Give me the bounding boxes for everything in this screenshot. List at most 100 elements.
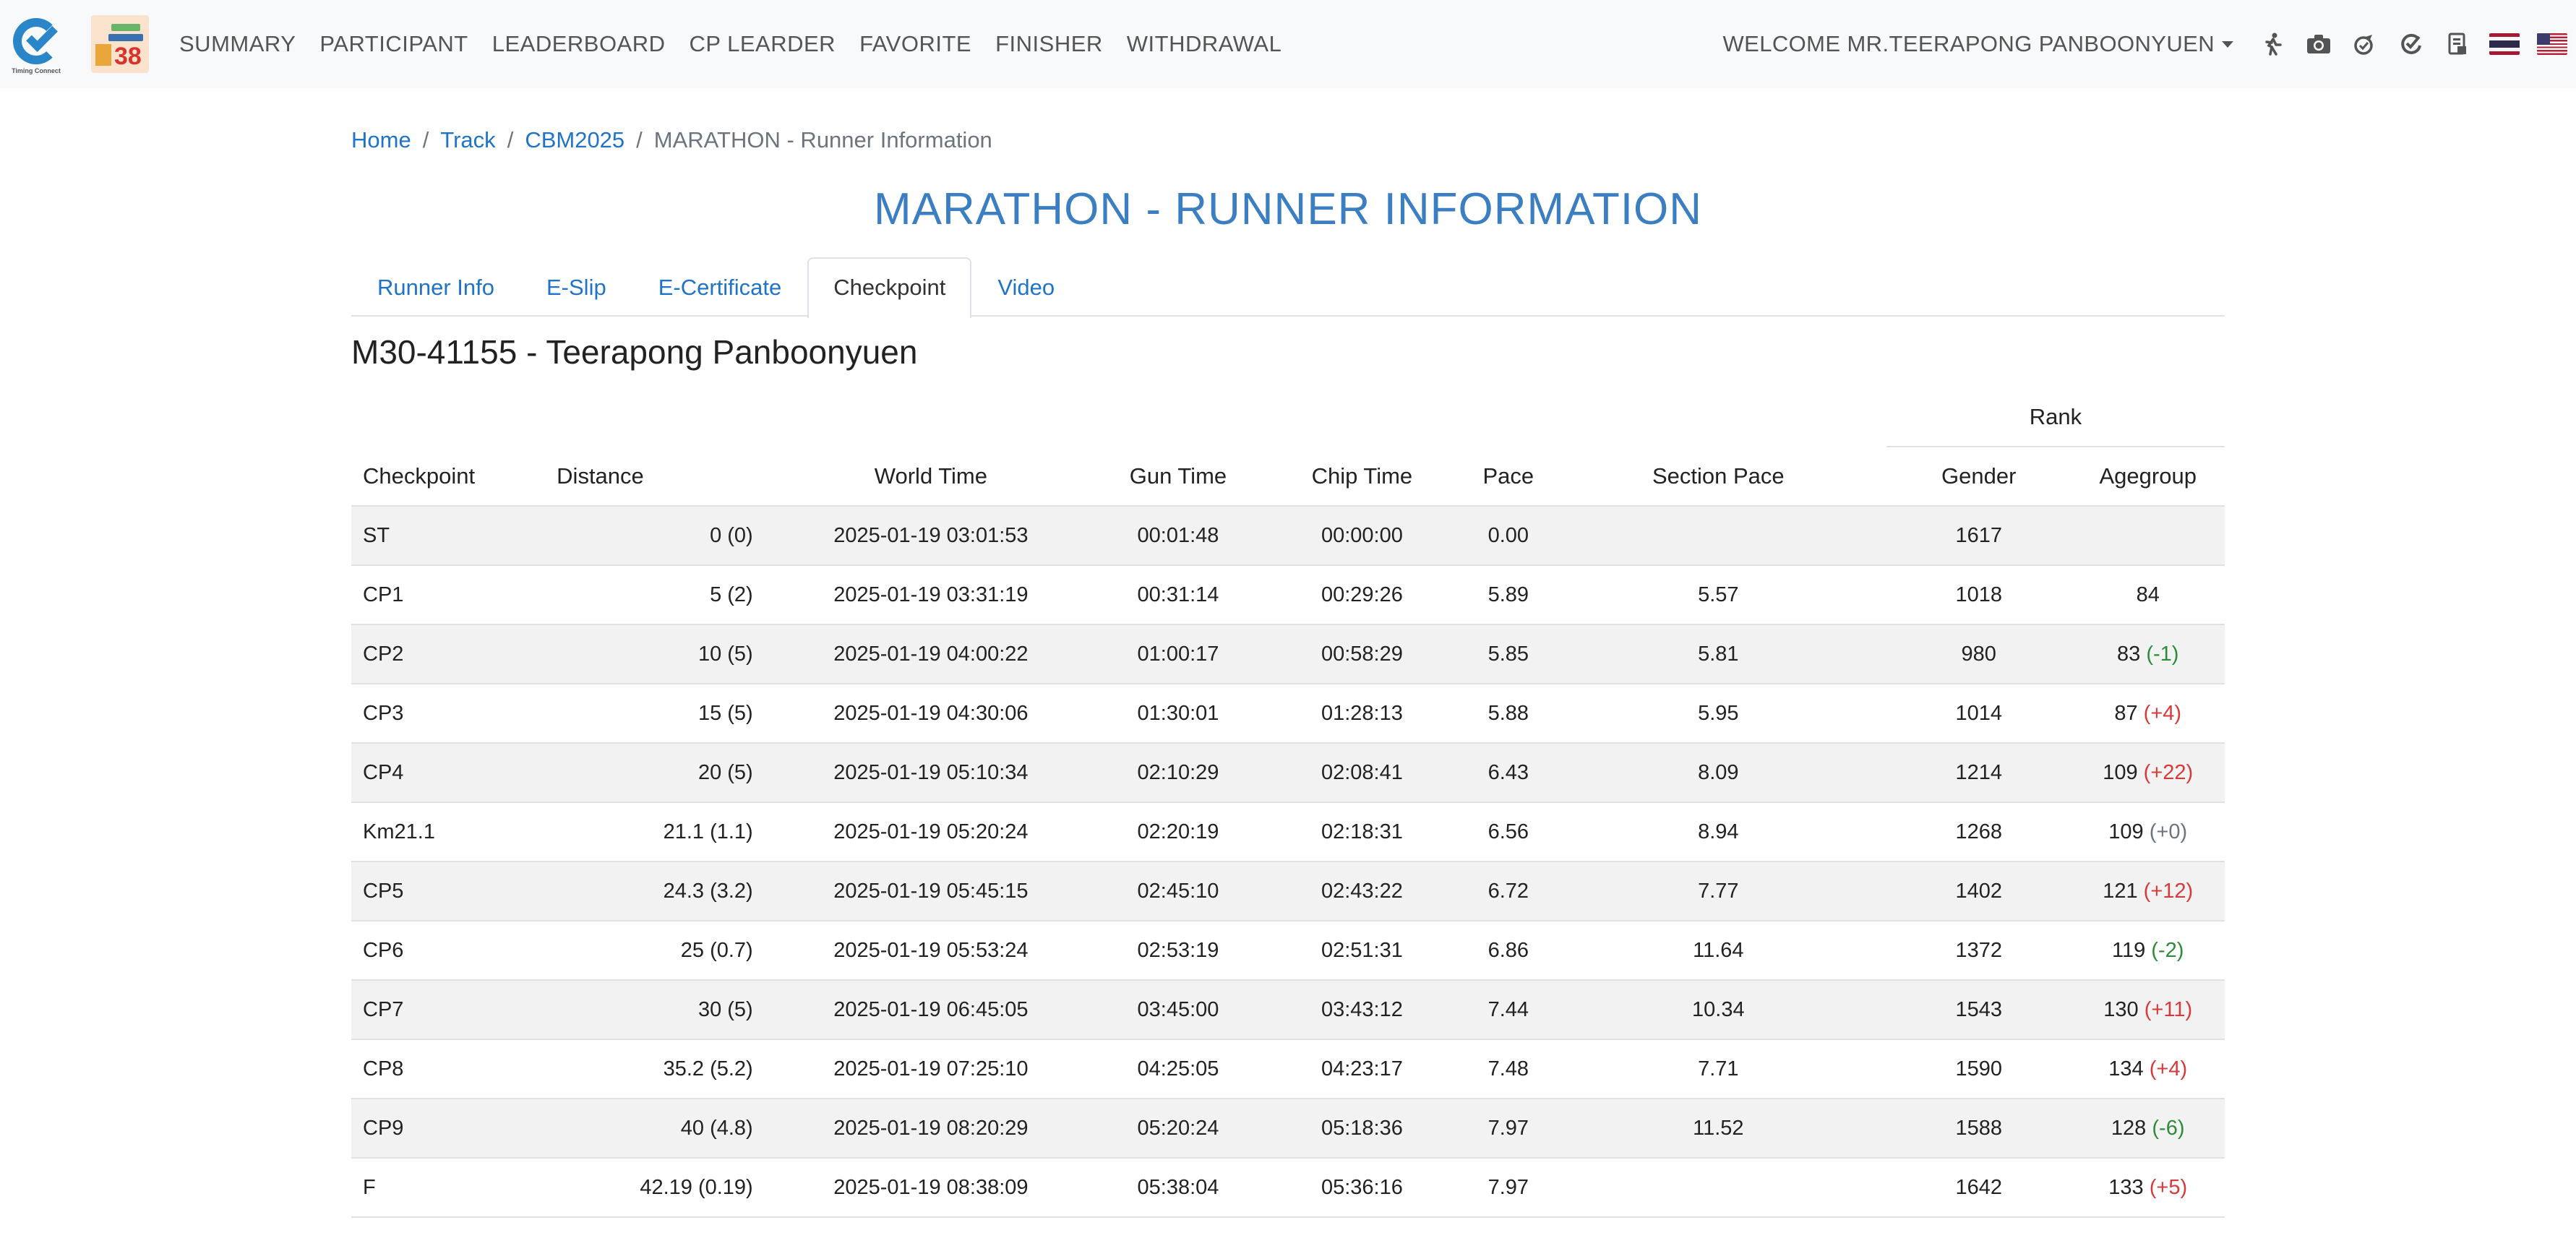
cell-chip-time: 05:18:36 bbox=[1257, 1099, 1467, 1159]
tab-e-slip[interactable]: E-Slip bbox=[520, 257, 632, 317]
cell-gender-rank: 1590 bbox=[1886, 1039, 2071, 1099]
table-row: F 42.19 (0.19) 2025-01-19 08:38:09 05:38:04… bbox=[351, 1158, 2225, 1218]
table-row: Km21.1 21.1 (1.1) 2025-01-19 05:20:24 02:20… bbox=[351, 802, 2225, 862]
event-logo[interactable]: 38 bbox=[91, 15, 149, 73]
cell-pace: 5.88 bbox=[1466, 684, 1550, 744]
table-row: CP2 10 (5) 2025-01-19 04:00:22 01:00:17 00:5… bbox=[351, 624, 2225, 684]
tab-video[interactable]: Video bbox=[971, 257, 1081, 317]
table-row: ST 0 (0) 2025-01-19 03:01:53 00:01:48 00:00:… bbox=[351, 506, 2225, 566]
cell-checkpoint: CP2 bbox=[351, 624, 557, 684]
breadcrumb-home[interactable]: Home bbox=[351, 127, 411, 153]
timing-connect-logo[interactable]: Timing Connect bbox=[10, 18, 62, 74]
rank-change-badge: (-6) bbox=[2152, 1116, 2185, 1140]
cell-gender-rank: 1268 bbox=[1886, 802, 2071, 862]
logo-caption: Timing Connect bbox=[12, 67, 61, 74]
cell-chip-time: 01:28:13 bbox=[1257, 684, 1467, 744]
camera-icon[interactable] bbox=[2304, 30, 2333, 59]
breadcrumb-event[interactable]: CBM2025 bbox=[525, 127, 624, 153]
table-row: CP9 40 (4.8) 2025-01-19 08:20:29 05:20:24 05… bbox=[351, 1099, 2225, 1159]
agegroup-rank-value: 128 bbox=[2111, 1116, 2147, 1140]
event-logo-number: 38 bbox=[114, 43, 142, 70]
cell-agegroup-rank: 121 (+12) bbox=[2071, 862, 2225, 921]
rank-change-badge: (+5) bbox=[2149, 1175, 2188, 1199]
flag-thailand-icon[interactable] bbox=[2489, 33, 2520, 55]
nav-right: WELCOME MR.TEERAPONG PANBOONYUEN bbox=[1722, 0, 2576, 88]
nav-cp-leader[interactable]: CP LEARDER bbox=[690, 31, 836, 57]
cell-distance: 20 (5) bbox=[557, 743, 763, 803]
breadcrumb-separator: / bbox=[507, 127, 514, 152]
cell-gender-rank: 1214 bbox=[1886, 743, 2071, 803]
nav-finisher[interactable]: FINISHER bbox=[995, 31, 1103, 57]
table-row: CP5 24.3 (3.2) 2025-01-19 05:45:15 02:45:10… bbox=[351, 862, 2225, 921]
cell-pace: 5.85 bbox=[1466, 624, 1550, 684]
cell-checkpoint: Km21.1 bbox=[351, 802, 557, 862]
tab-e-certificate[interactable]: E-Certificate bbox=[632, 257, 808, 317]
cell-chip-time: 02:43:22 bbox=[1257, 862, 1467, 921]
cell-gender-rank: 1014 bbox=[1886, 684, 2071, 744]
breadcrumb: Home / Track / CBM2025 / MARATHON - Runn… bbox=[351, 88, 2225, 168]
cell-pace: 5.89 bbox=[1466, 565, 1550, 625]
cell-agegroup-rank: 134 (+4) bbox=[2071, 1039, 2225, 1099]
rank-change-badge: (+4) bbox=[2143, 701, 2182, 725]
nav-links: SUMMARY PARTICIPANT LEADERBOARD CP LEARD… bbox=[179, 31, 1305, 57]
cell-agegroup-rank: 109 (+0) bbox=[2071, 802, 2225, 862]
agegroup-rank-value: 133 bbox=[2108, 1175, 2144, 1199]
nav-participant[interactable]: PARTICIPANT bbox=[319, 31, 468, 57]
user-menu-dropdown[interactable]: WELCOME MR.TEERAPONG PANBOONYUEN bbox=[1722, 31, 2233, 57]
nav-leaderboard[interactable]: LEADERBOARD bbox=[492, 31, 666, 57]
nav-summary[interactable]: SUMMARY bbox=[179, 31, 296, 57]
page-title: MARATHON - RUNNER INFORMATION bbox=[873, 184, 1703, 234]
cell-pace: 0.00 bbox=[1466, 506, 1550, 566]
cell-agegroup-rank: 87 (+4) bbox=[2071, 684, 2225, 744]
cell-chip-time: 03:43:12 bbox=[1257, 980, 1467, 1040]
cell-section-pace: 8.09 bbox=[1550, 743, 1886, 803]
cell-section-pace: 5.81 bbox=[1550, 624, 1886, 684]
cell-checkpoint: CP9 bbox=[351, 1099, 557, 1159]
table-row: CP7 30 (5) 2025-01-19 06:45:05 03:45:00 03:4… bbox=[351, 980, 2225, 1040]
cell-agegroup-rank: 109 (+22) bbox=[2071, 743, 2225, 803]
cell-world-time: 2025-01-19 05:45:15 bbox=[763, 862, 1099, 921]
cell-gun-time: 01:30:01 bbox=[1099, 684, 1258, 744]
chevron-down-icon bbox=[2222, 40, 2233, 48]
top-navbar: Timing Connect 38 SUMMARY PARTICIPANT LE… bbox=[0, 0, 2576, 88]
runner-icon[interactable] bbox=[2258, 30, 2287, 59]
cell-distance: 30 (5) bbox=[557, 980, 763, 1040]
cell-world-time: 2025-01-19 05:20:24 bbox=[763, 802, 1099, 862]
medal-icon[interactable] bbox=[2350, 30, 2379, 59]
col-gun-time: Gun Time bbox=[1099, 447, 1258, 507]
certificate-icon[interactable] bbox=[2443, 30, 2472, 59]
table-row: CP4 20 (5) 2025-01-19 05:10:34 02:10:29 02:0… bbox=[351, 743, 2225, 803]
cell-world-time: 2025-01-19 03:31:19 bbox=[763, 565, 1099, 625]
tab-checkpoint[interactable]: Checkpoint bbox=[807, 257, 972, 318]
tab-runner-info[interactable]: Runner Info bbox=[351, 257, 520, 317]
cell-gun-time: 02:20:19 bbox=[1099, 802, 1258, 862]
breadcrumb-track[interactable]: Track bbox=[440, 127, 495, 153]
flag-usa-icon[interactable] bbox=[2537, 33, 2567, 55]
cell-pace: 7.97 bbox=[1466, 1158, 1550, 1218]
rank-change-badge: (-1) bbox=[2146, 642, 2179, 666]
nav-withdrawal[interactable]: WITHDRAWAL bbox=[1127, 31, 1282, 57]
col-distance: Distance bbox=[557, 447, 763, 507]
cell-agegroup-rank: 128 (-6) bbox=[2071, 1099, 2225, 1159]
cell-chip-time: 02:18:31 bbox=[1257, 802, 1467, 862]
cell-world-time: 2025-01-19 04:00:22 bbox=[763, 624, 1099, 684]
cell-section-pace: 7.71 bbox=[1550, 1039, 1886, 1099]
table-row: CP3 15 (5) 2025-01-19 04:30:06 01:30:01 01:2… bbox=[351, 684, 2225, 744]
rank-change-badge: (+11) bbox=[2144, 997, 2193, 1021]
cell-checkpoint: CP7 bbox=[351, 980, 557, 1040]
nav-favorite[interactable]: FAVORITE bbox=[859, 31, 971, 57]
agegroup-rank-value: 84 bbox=[2136, 583, 2160, 606]
timing-connect-icon[interactable] bbox=[2397, 30, 2426, 59]
runner-title: M30-41155 - Teerapong Panboonyuen bbox=[351, 333, 918, 371]
agegroup-rank-value: 121 bbox=[2103, 879, 2138, 903]
agegroup-rank-value: 134 bbox=[2108, 1057, 2144, 1080]
cell-agegroup-rank: 83 (-1) bbox=[2071, 624, 2225, 684]
cell-checkpoint: CP6 bbox=[351, 921, 557, 981]
cell-distance: 40 (4.8) bbox=[557, 1099, 763, 1159]
agegroup-rank-value: 130 bbox=[2103, 997, 2139, 1021]
cell-checkpoint: CP1 bbox=[351, 565, 557, 625]
cell-pace: 7.97 bbox=[1466, 1099, 1550, 1159]
cell-checkpoint: CP5 bbox=[351, 862, 557, 921]
checkpoint-table: Rank Checkpoint Distance World Time Gun … bbox=[351, 387, 2225, 1218]
agegroup-rank-value: 119 bbox=[2112, 938, 2146, 962]
